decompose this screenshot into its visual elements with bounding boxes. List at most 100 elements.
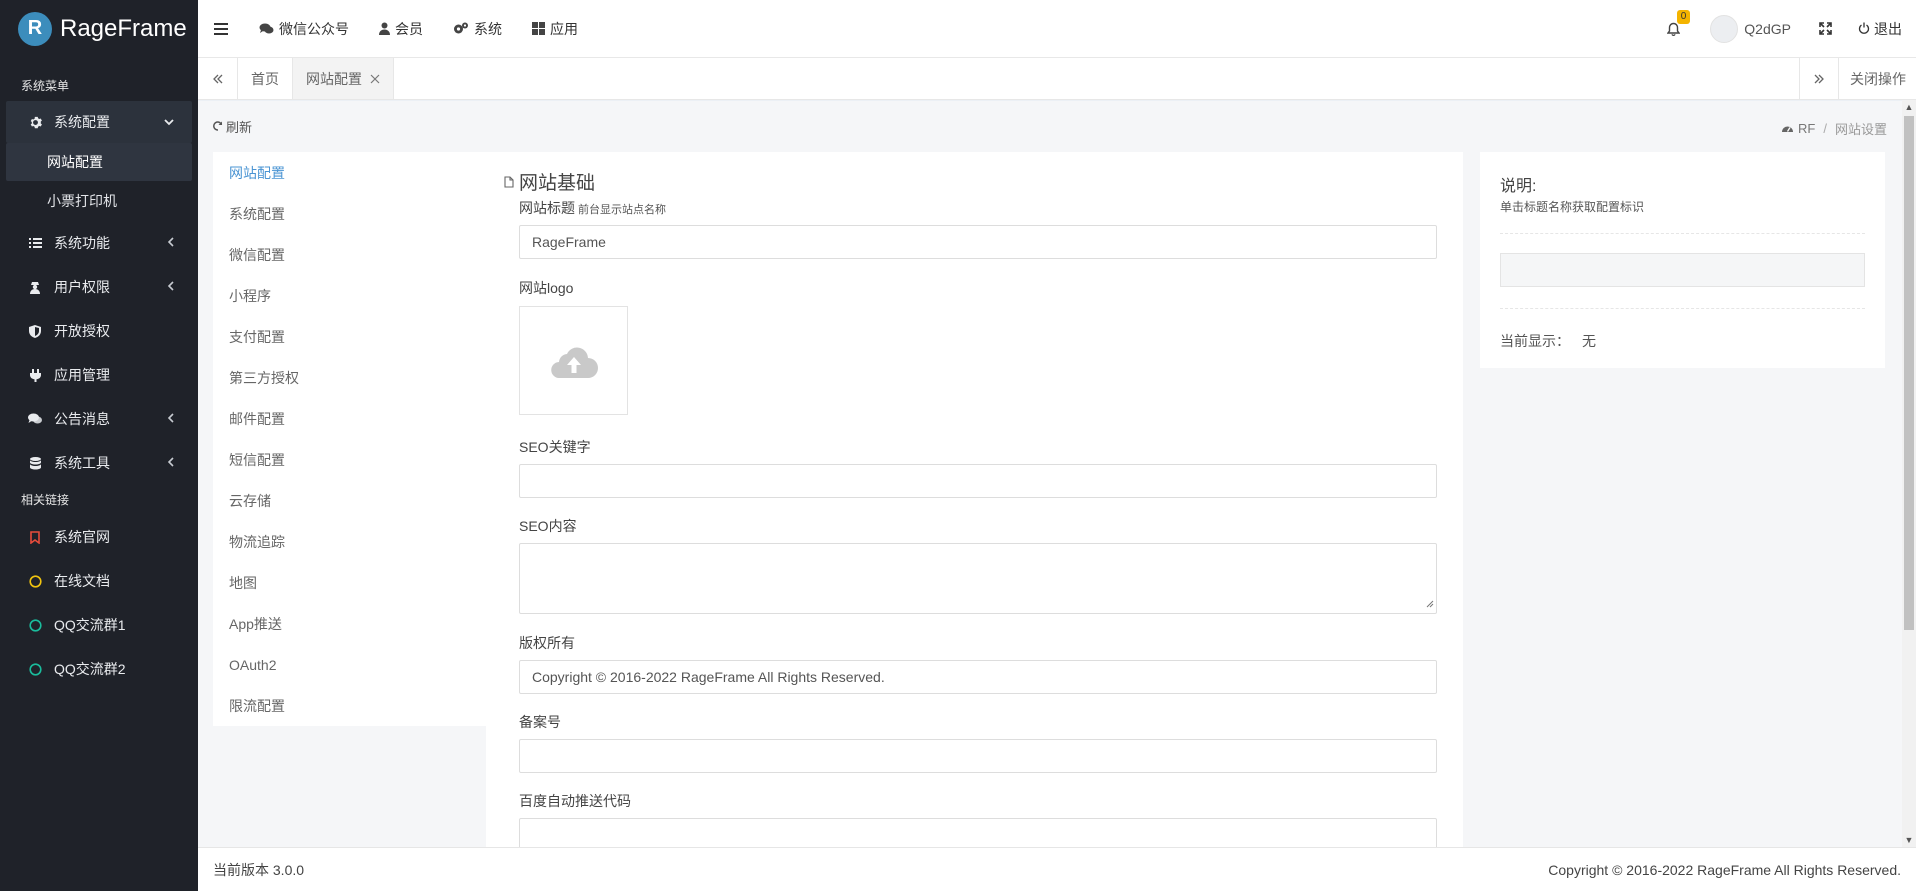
user-menu[interactable]: Q2dGP — [1696, 14, 1805, 43]
sidebar-item-announcements[interactable]: 公告消息 — [0, 397, 198, 441]
cloud-upload-icon — [550, 347, 598, 378]
logo-upload-button[interactable] — [519, 306, 628, 415]
site-title-input[interactable]: RageFrame — [519, 225, 1437, 259]
sidebar: R RageFrame 系统菜单 系统配置 网站配置 小票打印机 系统功能 用户… — [0, 0, 198, 891]
chevron-left-icon — [167, 236, 174, 250]
tab-bar: 首页 网站配置 关闭操作 — [198, 58, 1916, 100]
logout-button[interactable]: 退出 — [1846, 19, 1916, 39]
tab-bar-right: 关闭操作 — [1799, 58, 1916, 99]
sidebar-item-app-management[interactable]: 应用管理 — [0, 353, 198, 397]
list-icon — [28, 237, 42, 249]
config-nav-site[interactable]: 网站配置 — [213, 152, 486, 193]
sidebar-item-system-functions[interactable]: 系统功能 — [0, 221, 198, 265]
sidebar-subitem-receipt-printer[interactable]: 小票打印机 — [0, 181, 198, 221]
sidebar-item-system-tools[interactable]: 系统工具 — [0, 441, 198, 485]
sidebar-item-label: 开放授权 — [54, 323, 110, 339]
cogs-icon — [453, 22, 469, 35]
config-nav-wechat[interactable]: 微信配置 — [213, 234, 486, 275]
bookmark-icon — [28, 530, 42, 544]
sidebar-section-header: 系统菜单 — [21, 79, 70, 93]
sidebar-item-label: 应用管理 — [54, 367, 110, 383]
sidebar-link-label: 系统官网 — [54, 529, 110, 545]
config-nav-rate-limit[interactable]: 限流配置 — [213, 685, 486, 726]
scroll-thumb[interactable] — [1904, 116, 1914, 630]
resize-handle-icon[interactable] — [1424, 595, 1434, 611]
close-icon[interactable] — [370, 71, 380, 87]
seo-keywords-input[interactable] — [519, 464, 1437, 498]
help-panel: 说明: 单击标题名称获取配置标识 当前显示：无 — [1480, 152, 1885, 368]
divider — [1500, 233, 1865, 234]
expand-icon — [1819, 22, 1832, 35]
tab-home[interactable]: 首页 — [238, 58, 293, 99]
top-nav-apps[interactable]: 应用 — [517, 19, 593, 39]
tab-scroll-right-button[interactable] — [1799, 58, 1839, 99]
circle-icon — [28, 618, 42, 632]
seo-content-textarea[interactable] — [519, 543, 1437, 614]
hamburger-icon — [214, 22, 228, 35]
breadcrumb-separator: / — [1823, 121, 1827, 136]
sidebar-item-label: 系统工具 — [54, 455, 110, 471]
top-nav-wechat[interactable]: 微信公众号 — [244, 19, 364, 39]
vertical-scrollbar[interactable]: ▲ ▼ — [1902, 100, 1916, 847]
circle-icon — [28, 662, 42, 676]
top-nav-system[interactable]: 系统 — [438, 19, 517, 39]
config-nav-app-push[interactable]: App推送 — [213, 603, 486, 644]
icp-input[interactable] — [519, 739, 1437, 773]
divider — [1500, 308, 1865, 309]
username: Q2dGP — [1744, 20, 1791, 37]
config-nav-miniprogram[interactable]: 小程序 — [213, 275, 486, 316]
config-nav-map[interactable]: 地图 — [213, 562, 486, 603]
sidebar-link-official-site[interactable]: 系统官网 — [0, 515, 198, 559]
config-nav-sms[interactable]: 短信配置 — [213, 439, 486, 480]
baidu-push-label: 百度自动推送代码 — [519, 793, 631, 809]
logo[interactable]: R RageFrame — [0, 0, 198, 57]
config-nav-payment[interactable]: 支付配置 — [213, 316, 486, 357]
config-nav-system[interactable]: 系统配置 — [213, 193, 486, 234]
top-nav-member[interactable]: 会员 — [364, 19, 438, 39]
user-icon — [379, 22, 390, 35]
copyright-input[interactable]: Copyright © 2016-2022 RageFrame All Righ… — [519, 660, 1437, 694]
config-nav-cloud-storage[interactable]: 云存储 — [213, 480, 486, 521]
sidebar-link-docs[interactable]: 在线文档 — [0, 559, 198, 603]
sidebar-item-system-config[interactable]: 系统配置 — [6, 101, 192, 143]
scroll-up-arrow-icon[interactable]: ▲ — [1902, 100, 1916, 114]
site-title-label: 网站标题 前台显示站点名称 — [519, 200, 666, 216]
sidebar-link-qq-group-2[interactable]: QQ交流群2 — [0, 647, 198, 691]
config-nav-third-party-auth[interactable]: 第三方授权 — [213, 357, 486, 398]
fullscreen-button[interactable] — [1805, 22, 1846, 35]
sidebar-item-label: 用户权限 — [54, 279, 110, 295]
user-secret-icon — [28, 281, 42, 294]
circle-icon — [28, 574, 42, 588]
current-display: 当前显示：无 — [1500, 333, 1596, 349]
tab-site-config[interactable]: 网站配置 — [293, 58, 394, 99]
config-key-display — [1500, 253, 1865, 287]
menu-toggle-button[interactable] — [198, 22, 244, 35]
logo-icon: R — [18, 11, 52, 46]
breadcrumb-home[interactable]: RF — [1781, 121, 1815, 136]
refresh-button[interactable]: 刷新 — [213, 117, 252, 136]
avatar — [1710, 14, 1739, 43]
top-nav-label: 微信公众号 — [279, 20, 349, 37]
baidu-push-input[interactable] — [519, 818, 1437, 847]
top-navbar: 微信公众号 会员 系统 应用 0 Q2dGP 退出 — [198, 0, 1916, 58]
sidebar-subitem-site-config[interactable]: 网站配置 — [6, 143, 192, 181]
sidebar-item-open-auth[interactable]: 开放授权 — [0, 309, 198, 353]
scroll-down-arrow-icon[interactable]: ▼ — [1902, 833, 1916, 847]
close-operations-button[interactable]: 关闭操作 — [1839, 58, 1916, 99]
footer: 当前版本 3.0.0 Copyright © 2016-2022 RageFra… — [198, 847, 1916, 891]
double-chevron-right-icon — [1814, 74, 1824, 83]
breadcrumb: RF / 网站设置 — [1781, 119, 1887, 138]
brand-name: RageFrame — [60, 14, 187, 42]
seo-keywords-label: SEO关键字 — [519, 439, 591, 455]
config-nav-logistics[interactable]: 物流追踪 — [213, 521, 486, 562]
config-nav-email[interactable]: 邮件配置 — [213, 398, 486, 439]
current-display-value: 无 — [1582, 333, 1596, 349]
notifications-button[interactable]: 0 — [1651, 9, 1696, 36]
config-nav-oauth2[interactable]: OAuth2 — [213, 644, 486, 685]
tab-scroll-left-button[interactable] — [198, 58, 238, 99]
double-chevron-left-icon — [212, 74, 222, 83]
sidebar-item-user-permissions[interactable]: 用户权限 — [0, 265, 198, 309]
seo-content-label: SEO内容 — [519, 518, 577, 534]
sidebar-link-qq-group-1[interactable]: QQ交流群1 — [0, 603, 198, 647]
main-content: 刷新 RF / 网站设置 网站配置 系统配置 微信配置 小程序 支付配置 第三方… — [198, 101, 1902, 847]
